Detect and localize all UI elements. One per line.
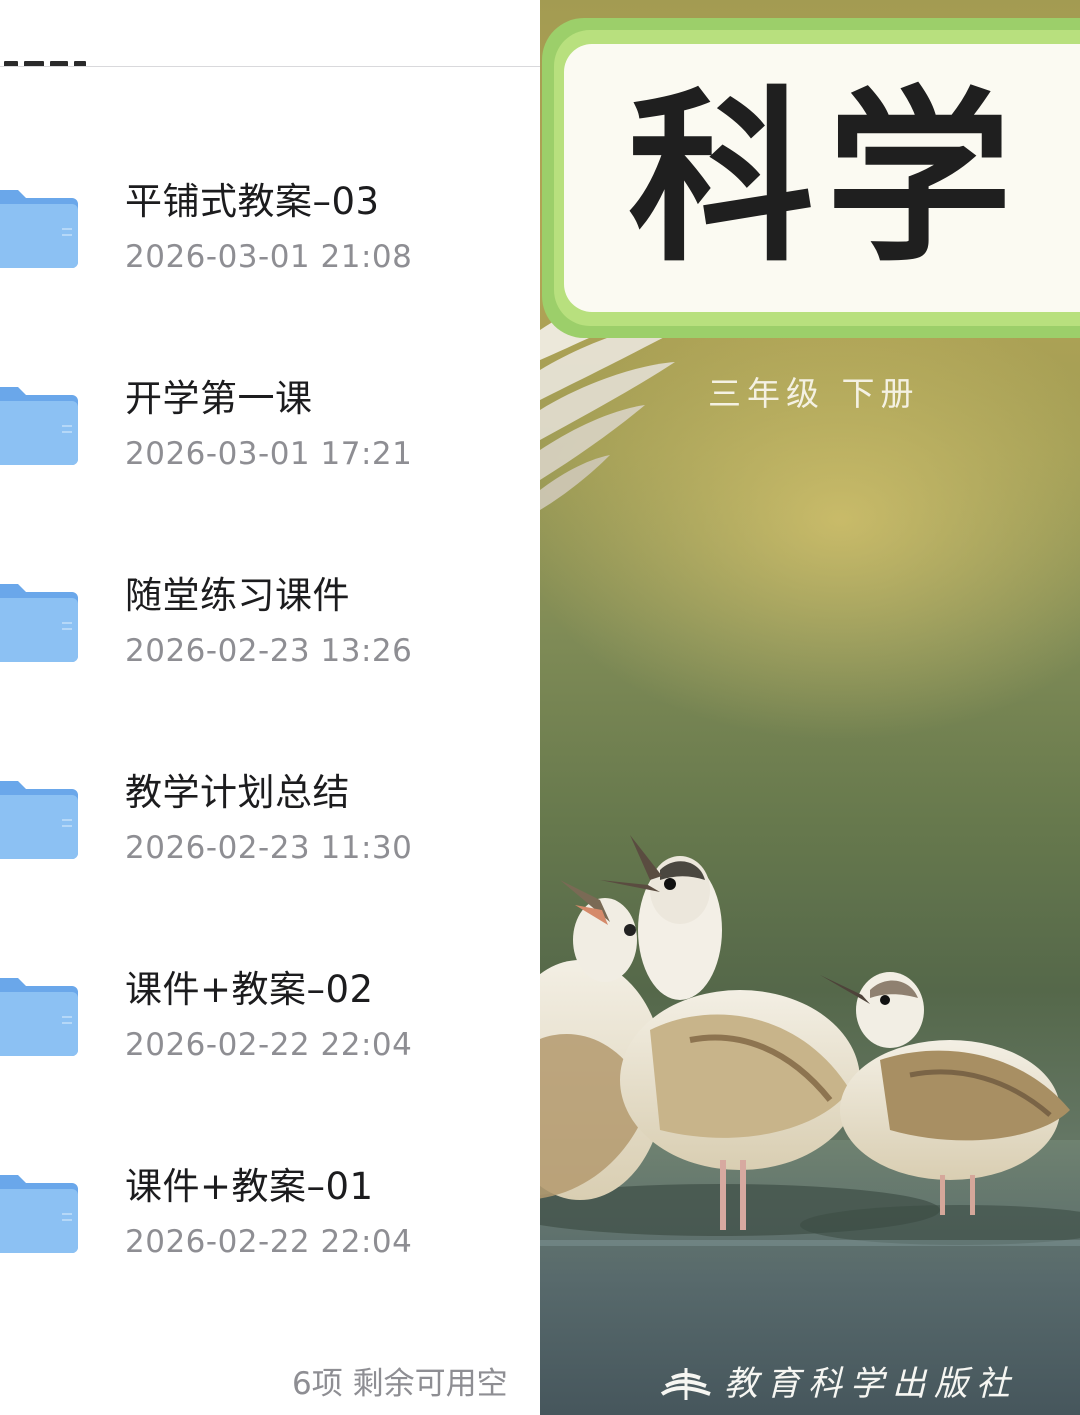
book-grade: 三年级 下册	[708, 374, 920, 413]
header-divider	[0, 66, 540, 67]
folder-icon	[0, 978, 78, 1056]
folder-name: 开学第一课	[125, 377, 313, 420]
storage-status-text: 6项 剩余可用空	[292, 1366, 508, 1402]
folder-date: 2026-03-01 21:08	[125, 239, 413, 275]
folder-icon	[0, 190, 78, 268]
folder-date: 2026-02-22 22:04	[125, 1027, 413, 1063]
folder-icon	[0, 1175, 78, 1253]
folder-icon	[0, 584, 78, 662]
file-list-panel: 平铺式教案–03 2026-03-01 21:08 开学第一课 2026-03-…	[0, 0, 540, 1415]
folder-row[interactable]: 随堂练习课件 2026-02-23 13:26	[0, 534, 540, 669]
folder-name: 课件+教案–01	[125, 1165, 374, 1208]
folder-name: 课件+教案–02	[125, 968, 374, 1011]
folder-row[interactable]: 课件+教案–02 2026-02-22 22:04	[0, 928, 540, 1063]
folder-row[interactable]: 教学计划总结 2026-02-23 11:30	[0, 731, 540, 866]
book-title: 科学	[628, 68, 1025, 287]
folder-date: 2026-02-23 11:30	[125, 830, 413, 866]
folder-date: 2026-03-01 17:21	[125, 436, 413, 472]
textbook-cover-image: 科学 三年级 下册 教育科学出版社	[540, 0, 1080, 1415]
folder-date: 2026-02-22 22:04	[125, 1224, 413, 1260]
publisher-logo-icon	[660, 1368, 711, 1400]
folder-row[interactable]: 平铺式教案–03 2026-03-01 21:08	[0, 140, 540, 275]
folder-name: 平铺式教案–03	[125, 180, 380, 223]
publisher-name: 教育科学出版社	[724, 1364, 1018, 1404]
folder-icon	[0, 781, 78, 859]
folder-row[interactable]: 开学第一课 2026-03-01 17:21	[0, 337, 540, 472]
folder-date: 2026-02-23 13:26	[125, 633, 413, 669]
folder-icon	[0, 387, 78, 465]
folder-row[interactable]: 课件+教案–01 2026-02-22 22:04	[0, 1125, 540, 1260]
folder-name: 教学计划总结	[125, 771, 350, 814]
folder-name: 随堂练习课件	[125, 574, 350, 617]
